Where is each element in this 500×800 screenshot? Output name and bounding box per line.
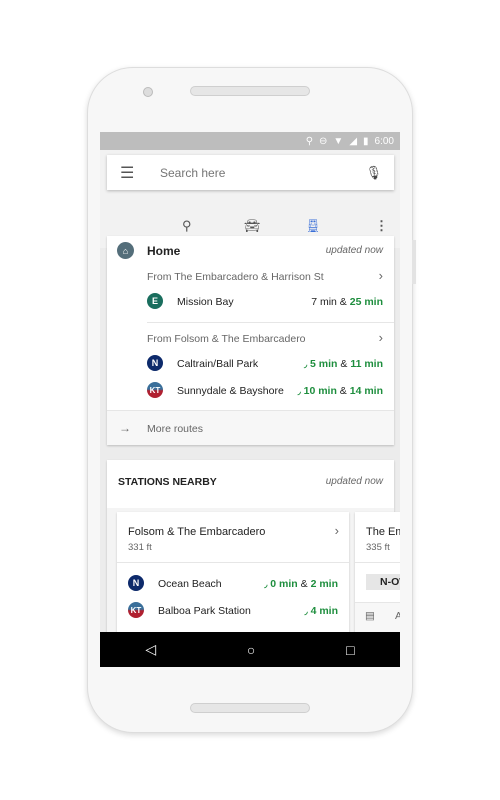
car-icon: 🚘︎ xyxy=(244,218,261,233)
time-1: 10 min xyxy=(303,385,337,397)
dnd-icon: ⊖ xyxy=(319,135,328,147)
wifi-icon: ▼ xyxy=(333,135,344,147)
station-name: The Em xyxy=(366,526,400,538)
home-card: ⌂ Home updated now From The Embarcadero … xyxy=(107,236,394,445)
amp: & xyxy=(300,578,308,590)
recents-icon[interactable]: □ xyxy=(346,642,354,658)
station-distance: 335 ft xyxy=(366,542,390,553)
signal-icon: ◢ xyxy=(349,135,358,147)
destination: Mission Bay xyxy=(177,296,234,308)
clock: 6:00 xyxy=(374,135,394,147)
station-distance: 331 ft xyxy=(128,542,152,553)
chevron-right-icon[interactable]: › xyxy=(379,330,383,345)
line-badge: N xyxy=(128,575,144,591)
live-icon: ◞ xyxy=(264,580,268,589)
destination: Caltrain/Ball Park xyxy=(177,358,259,370)
schedule-label: A xyxy=(395,610,400,622)
transit-icon: 🚆︎ xyxy=(305,218,322,233)
line-badge: N xyxy=(147,355,163,371)
live-icon: ◞ xyxy=(303,360,308,369)
home-title: Home xyxy=(147,244,181,258)
home-nav-icon[interactable]: ○ xyxy=(247,642,255,658)
more-routes-label: More routes xyxy=(147,423,204,435)
destination: Sunnydale & Bayshore xyxy=(177,385,284,397)
line-badge: KT xyxy=(147,382,163,398)
live-icon: ◞ xyxy=(304,607,308,616)
camera xyxy=(143,87,153,97)
arrow-right-icon: → xyxy=(119,421,131,435)
time-1: 0 min xyxy=(270,578,298,590)
time-2: 2 min xyxy=(310,578,338,590)
station-name: Folsom & The Embarcadero xyxy=(128,526,266,538)
screen: ⚲ ⊖ ▼ ◢ ▮ 6:00 ☰ 🎙︎ ⚲ 🚘︎ 🚆︎ ⋮ ⌂ Home upd… xyxy=(100,132,400,667)
time-2: 11 min xyxy=(350,358,383,370)
time-1: 4 min xyxy=(310,605,338,617)
speaker xyxy=(190,86,310,96)
tab-explore[interactable]: ⚲ xyxy=(182,218,192,234)
destination: Balboa Park Station xyxy=(158,605,251,617)
updated-label: updated now xyxy=(325,476,383,487)
menu-icon[interactable]: ☰ xyxy=(120,163,134,183)
battery-icon: ▮ xyxy=(363,135,369,147)
time-2: 25 min xyxy=(349,296,383,308)
from-label: From Folsom & The Embarcadero xyxy=(147,333,306,345)
chevron-right-icon[interactable]: › xyxy=(379,268,383,283)
destination: Ocean Beach xyxy=(158,578,222,590)
mic-icon[interactable]: 🎙︎ xyxy=(365,165,382,181)
live-icon: ◞ xyxy=(297,387,301,396)
chevron-right-icon[interactable]: › xyxy=(335,523,339,538)
home-icon: ⌂ xyxy=(117,242,134,259)
line-badge: KT xyxy=(128,602,144,618)
updated-label: updated now xyxy=(325,245,383,256)
from-label: From The Embarcadero & Harrison St xyxy=(147,271,324,283)
time-1: 5 min xyxy=(310,358,338,370)
bottom-speaker xyxy=(190,703,310,713)
location-icon: ⚲ xyxy=(305,135,314,147)
search-input[interactable] xyxy=(160,165,360,180)
search-bar: ☰ 🎙︎ xyxy=(107,155,394,190)
amp: & xyxy=(339,296,347,308)
more-routes-button[interactable]: → More routes xyxy=(107,410,394,445)
stations-card: STATIONS NEARBY updated now Folsom & The… xyxy=(107,460,400,667)
divider xyxy=(147,322,394,323)
amp: & xyxy=(339,385,347,397)
schedule-icon: ▤ xyxy=(365,610,375,622)
status-bar: ⚲ ⊖ ▼ ◢ ▮ 6:00 xyxy=(100,132,400,150)
power-button xyxy=(412,240,416,284)
back-icon[interactable]: ◁ xyxy=(145,641,156,658)
line-chip: N-OW xyxy=(366,574,400,590)
tab-driving[interactable]: 🚘︎ xyxy=(244,218,261,234)
time-2: 14 min xyxy=(349,385,383,397)
tab-transit[interactable]: 🚆︎ xyxy=(299,218,327,240)
explore-icon: ⚲ xyxy=(182,218,192,233)
stations-title: STATIONS NEARBY xyxy=(118,476,217,488)
amp: & xyxy=(340,358,348,370)
more-icon[interactable]: ⋮ xyxy=(375,218,388,234)
android-nav-bar: ◁ ○ □ xyxy=(100,632,400,667)
line-badge: E xyxy=(147,293,163,309)
time-1: 7 min xyxy=(311,296,337,308)
